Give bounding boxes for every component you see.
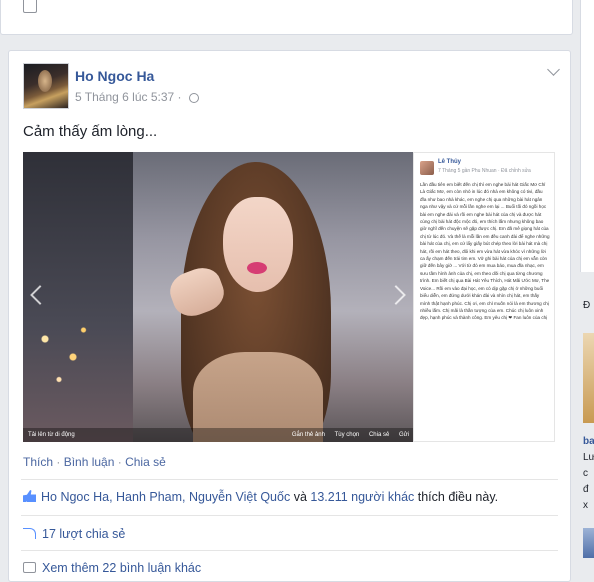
like-link[interactable]: Thích [23, 455, 53, 469]
embedded-post-screenshot[interactable]: Lê Thủy 7 Tháng 5 gần Phu Nhuan · Đã chỉ… [413, 152, 555, 442]
post-meta: 5 Tháng 6 lúc 5:37 · [75, 90, 199, 104]
embedded-meta: 7 Tháng 5 gần Phu Nhuan · Đã chỉnh sửa [438, 168, 531, 174]
right-column-image[interactable] [583, 333, 594, 423]
globe-icon[interactable] [188, 93, 199, 103]
action-separator: · [53, 455, 64, 469]
right-column-line-1: Lư [583, 452, 594, 463]
view-more-comments[interactable]: Xem thêm 22 bình luận khác [23, 561, 201, 575]
photo-options-action[interactable]: Tùy chọn [335, 432, 360, 438]
right-column-card-top [580, 0, 594, 42]
right-column-name[interactable]: ba [583, 436, 594, 447]
divider [21, 479, 558, 480]
divider [21, 515, 558, 516]
photo-send-action[interactable]: Gửi [399, 432, 409, 438]
likers-count[interactable]: 13.211 người khác [310, 490, 414, 504]
divider [21, 550, 558, 551]
comment-icon [23, 562, 36, 573]
shares-label: 17 lượt chia sẻ [42, 527, 126, 541]
status-text: Cảm thấy ấm lòng... [23, 123, 158, 140]
photo-share-action[interactable]: Chia sẻ [369, 432, 389, 438]
right-column-line-4: x [583, 500, 588, 511]
avatar-figure [38, 70, 52, 92]
embedded-name: Lê Thủy [438, 159, 462, 165]
author-name[interactable]: Ho Ngoc Ha [75, 68, 154, 84]
share-link[interactable]: Chia sẻ [125, 455, 166, 469]
more-comments-label: Xem thêm 22 bình luận khác [42, 561, 202, 575]
photo-figure-lips [247, 262, 267, 274]
share-icon [23, 528, 36, 539]
right-column-heading: Đ [583, 300, 591, 311]
post-timestamp[interactable]: 5 Tháng 6 lúc 5:37 · [75, 90, 182, 104]
photo-tag-action[interactable]: Gắn thẻ ảnh [292, 432, 325, 438]
right-column: Đ ba Lư c đ x [580, 0, 594, 569]
thumb-icon [23, 490, 36, 502]
likes-summary: Ho Ngoc Ha, Hanh Pham, Nguyễn Việt Quốc … [23, 490, 498, 504]
photo-info-bar: Tải lên từ di động Gắn thẻ ảnh Tùy chọn … [23, 428, 413, 442]
likes-connector: và [290, 490, 311, 504]
photo-bar-actions: Gắn thẻ ảnh Tùy chọn Chia sẻ Gửi [284, 428, 409, 442]
post-actions: Thích · Bình luận · Chia sẻ [23, 455, 166, 469]
likes-suffix: thích điều này. [414, 490, 499, 504]
right-column-image-2[interactable] [583, 528, 594, 558]
right-column-line-2: c [583, 468, 588, 479]
chevron-down-icon[interactable] [547, 63, 560, 76]
photo-figure-face [223, 197, 293, 292]
author-avatar[interactable] [23, 63, 69, 109]
post-card: Ho Ngoc Ha 5 Tháng 6 lúc 5:37 · Cảm thấy… [8, 50, 571, 582]
embedded-text: Lần đầu tiên em biết đến chị thì em nghe… [420, 182, 550, 321]
photo-next-arrow[interactable] [386, 285, 406, 305]
previous-post-card [0, 0, 573, 35]
post-photo[interactable]: Tải lên từ di động Gắn thẻ ảnh Tùy chọn … [23, 152, 413, 442]
comment-link[interactable]: Bình luận [64, 455, 115, 469]
photo-caption-label: Tải lên từ di động [28, 432, 75, 438]
embedded-avatar [420, 161, 434, 175]
action-separator: · [114, 455, 126, 469]
previous-post-checkbox[interactable] [23, 0, 37, 13]
right-column-card [580, 42, 594, 272]
photo-lights [31, 312, 101, 402]
likers-names[interactable]: Ho Ngoc Ha, Hanh Pham, Nguyễn Việt Quốc [41, 490, 290, 504]
shares-count[interactable]: 17 lượt chia sẻ [23, 527, 125, 541]
right-column-line-3: đ [583, 484, 589, 495]
